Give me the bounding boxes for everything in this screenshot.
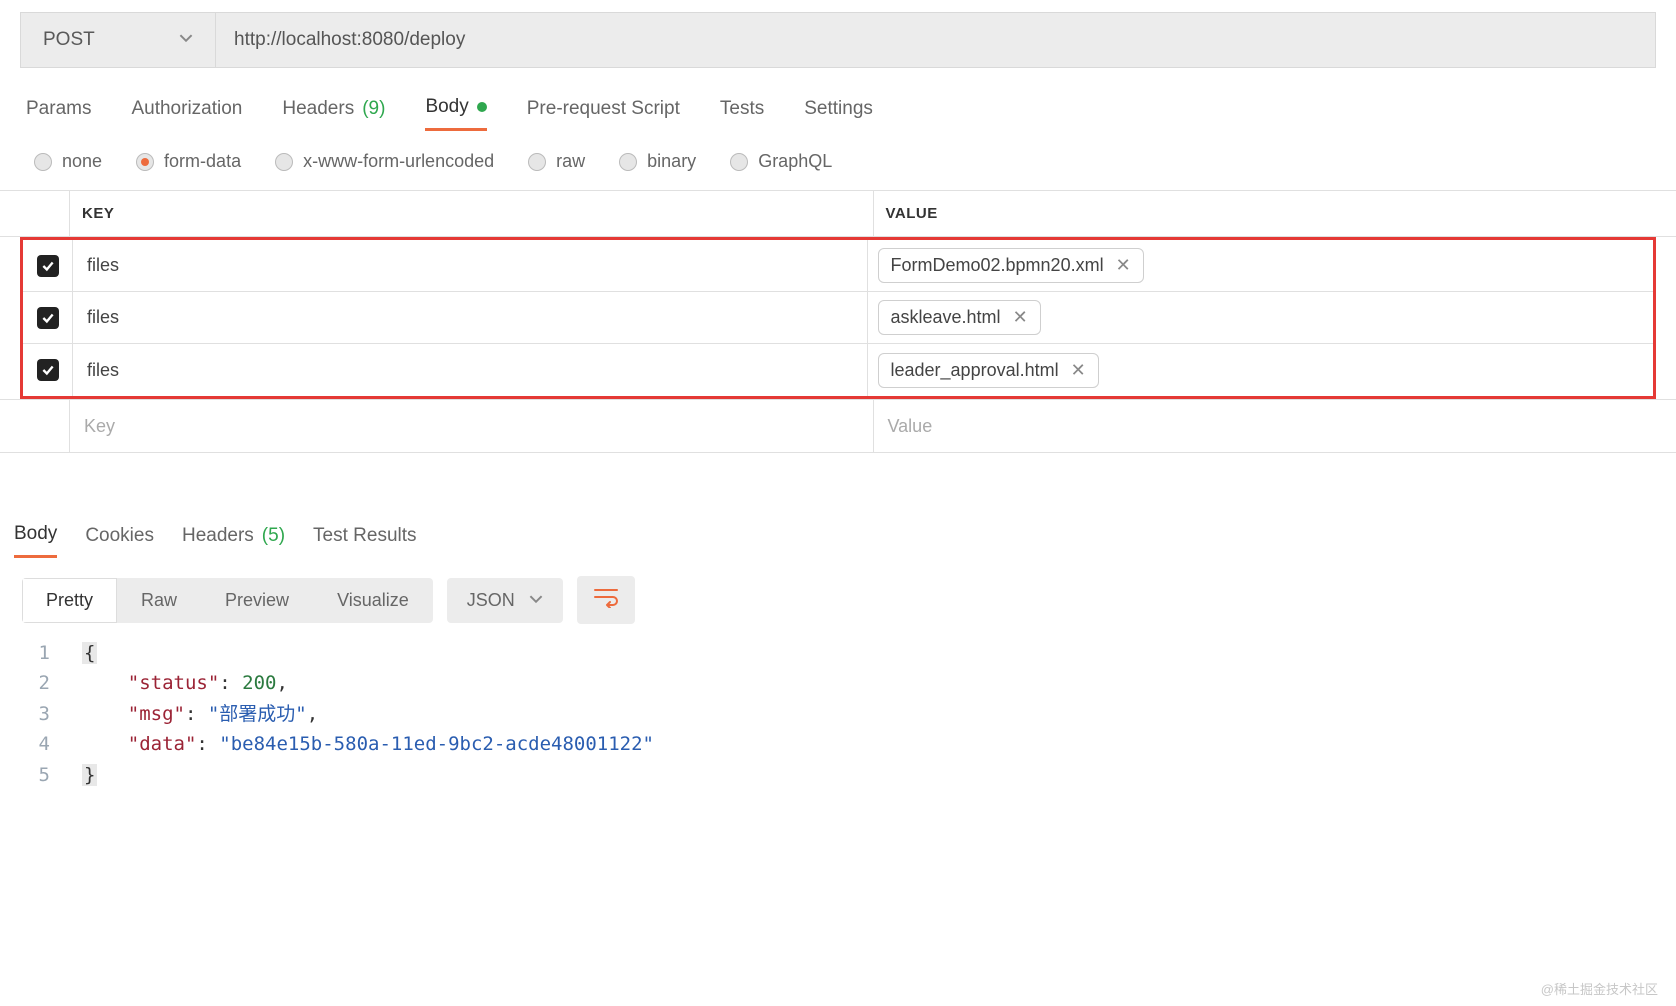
view-preview-button[interactable]: Preview (201, 578, 313, 623)
response-tab-body[interactable]: Body (14, 523, 57, 558)
view-raw-button[interactable]: Raw (117, 578, 201, 623)
empty-key-input[interactable]: Key (70, 400, 874, 452)
row-key-input[interactable]: files (73, 344, 868, 396)
view-visualize-button[interactable]: Visualize (313, 578, 433, 623)
file-chip[interactable]: askleave.html ✕ (878, 300, 1041, 335)
line-number: 5 (0, 760, 82, 790)
radio-raw[interactable]: raw (528, 151, 585, 172)
response-tabs: Body Cookies Headers (5) Test Results (0, 453, 1676, 558)
radio-icon (136, 153, 154, 171)
remove-file-icon[interactable]: ✕ (1013, 307, 1028, 328)
code-line: 5 } (0, 760, 1676, 790)
file-name: askleave.html (891, 307, 1001, 328)
http-method-label: POST (43, 29, 95, 51)
file-name: leader_approval.html (891, 360, 1059, 381)
response-view-toolbar: Pretty Raw Preview Visualize JSON (0, 558, 1676, 634)
code-line: 3 "msg": "部署成功", (0, 699, 1676, 729)
row-key-input[interactable]: files (73, 292, 868, 343)
empty-value-input[interactable]: Value (874, 400, 1676, 452)
tab-settings[interactable]: Settings (804, 96, 873, 131)
row-value-cell: askleave.html ✕ (868, 292, 1654, 343)
watermark: @稀土掘金技术社区 (1541, 979, 1658, 998)
row-checkbox[interactable] (23, 344, 73, 396)
checkmark-icon (37, 359, 59, 381)
response-tab-cookies[interactable]: Cookies (85, 523, 154, 558)
file-name: FormDemo02.bpmn20.xml (891, 255, 1104, 276)
tab-tests[interactable]: Tests (720, 96, 764, 131)
remove-file-icon[interactable]: ✕ (1071, 360, 1086, 381)
code-line: 2 "status": 200, (0, 668, 1676, 698)
tab-authorization[interactable]: Authorization (131, 96, 242, 131)
form-data-row: files FormDemo02.bpmn20.xml ✕ (23, 240, 1653, 292)
request-bar: POST (20, 12, 1656, 68)
response-tab-test-results[interactable]: Test Results (313, 523, 416, 558)
radio-binary[interactable]: binary (619, 151, 696, 172)
response-format-select[interactable]: JSON (447, 578, 563, 623)
http-method-select[interactable]: POST (21, 13, 216, 67)
radio-none[interactable]: none (34, 151, 102, 172)
radio-form-data[interactable]: form-data (136, 151, 241, 172)
form-data-empty-row: Key Value (0, 399, 1676, 453)
file-chip[interactable]: leader_approval.html ✕ (878, 353, 1099, 388)
radio-x-www-form-urlencoded[interactable]: x-www-form-urlencoded (275, 151, 494, 172)
radio-icon (275, 153, 293, 171)
view-pretty-button[interactable]: Pretty (22, 578, 117, 623)
empty-checkbox-col (0, 400, 70, 452)
checkmark-icon (37, 307, 59, 329)
response-tab-headers[interactable]: Headers (5) (182, 523, 285, 558)
tab-headers[interactable]: Headers (9) (282, 96, 385, 131)
radio-icon (619, 153, 637, 171)
body-indicator-dot-icon (477, 102, 487, 112)
row-value-cell: leader_approval.html ✕ (868, 344, 1654, 396)
header-key-label: KEY (70, 191, 874, 236)
tab-body[interactable]: Body (425, 96, 486, 131)
line-number: 1 (0, 638, 82, 668)
code-line: 1 { (0, 638, 1676, 668)
tab-pre-request-script[interactable]: Pre-request Script (527, 96, 680, 131)
wrap-lines-button[interactable] (577, 576, 635, 624)
tab-params[interactable]: Params (26, 96, 91, 131)
form-data-row: files leader_approval.html ✕ (23, 344, 1653, 396)
code-line: 4 "data": "be84e15b-580a-11ed-9bc2-acde4… (0, 729, 1676, 759)
form-data-row: files askleave.html ✕ (23, 292, 1653, 344)
form-data-header: KEY VALUE (0, 191, 1676, 237)
radio-graphql[interactable]: GraphQL (730, 151, 832, 172)
chevron-down-icon (179, 29, 193, 51)
response-headers-count: (5) (262, 525, 285, 547)
wrap-icon (593, 588, 619, 613)
row-value-cell: FormDemo02.bpmn20.xml ✕ (868, 240, 1654, 291)
response-body-code[interactable]: 1 { 2 "status": 200, 3 "msg": "部署成功", 4 … (0, 634, 1676, 790)
header-checkbox-col (0, 191, 70, 236)
view-mode-group: Pretty Raw Preview Visualize (22, 578, 433, 623)
row-key-input[interactable]: files (73, 240, 868, 291)
body-type-radios: none form-data x-www-form-urlencoded raw… (0, 131, 1676, 190)
headers-count: (9) (362, 98, 385, 120)
radio-icon (528, 153, 546, 171)
form-data-table: KEY VALUE (0, 190, 1676, 237)
radio-icon (730, 153, 748, 171)
chevron-down-icon (529, 590, 543, 611)
remove-file-icon[interactable]: ✕ (1116, 255, 1131, 276)
request-tabs: Params Authorization Headers (9) Body Pr… (0, 68, 1676, 131)
checkmark-icon (37, 255, 59, 277)
row-checkbox[interactable] (23, 292, 73, 343)
line-number: 4 (0, 729, 82, 759)
radio-icon (34, 153, 52, 171)
line-number: 2 (0, 668, 82, 698)
header-value-label: VALUE (874, 191, 1676, 236)
line-number: 3 (0, 699, 82, 729)
file-chip[interactable]: FormDemo02.bpmn20.xml ✕ (878, 248, 1144, 283)
row-checkbox[interactable] (23, 240, 73, 291)
request-url-input[interactable] (216, 13, 1655, 67)
form-data-rows-highlight: files FormDemo02.bpmn20.xml ✕ files askl… (20, 237, 1656, 399)
